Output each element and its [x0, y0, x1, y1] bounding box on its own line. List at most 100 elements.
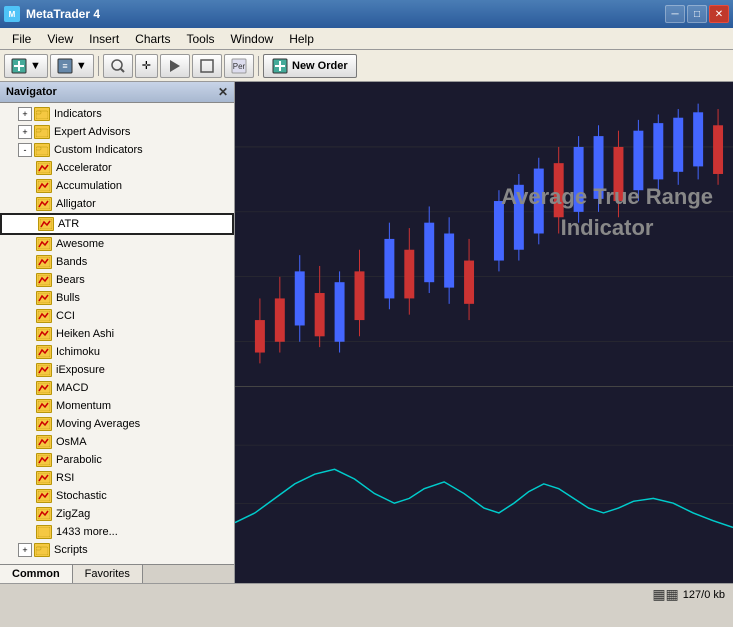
- atr-chart: [235, 387, 733, 561]
- zigzag-icon: [36, 507, 52, 521]
- navigator-close-button[interactable]: ✕: [218, 85, 228, 99]
- chart-upper: Double Click: [235, 82, 733, 408]
- accelerator-label: Accelerator: [56, 162, 112, 174]
- tree-item-iexposure[interactable]: iExposure: [0, 361, 234, 379]
- toolbar-btn7[interactable]: Per: [224, 54, 254, 78]
- title-bar-left: M MetaTrader 4: [4, 6, 100, 22]
- accumulation-label: Accumulation: [56, 180, 122, 192]
- indicators-folder-icon: [34, 107, 50, 121]
- navigator-header: Navigator ✕: [0, 82, 234, 103]
- tree-item-stochastic[interactable]: Stochastic: [0, 487, 234, 505]
- expand-scripts-icon: +: [18, 543, 32, 557]
- app-icon: M: [4, 6, 20, 22]
- tree-item-scripts[interactable]: + Scripts: [0, 541, 234, 559]
- navigator-title: Navigator: [6, 86, 57, 98]
- alligator-icon: [36, 197, 52, 211]
- new-order-button[interactable]: New Order: [263, 54, 357, 78]
- tree-item-zigzag[interactable]: ZigZag: [0, 505, 234, 523]
- expand-ci-icon: -: [18, 143, 32, 157]
- memory-text: 127/0 kb: [683, 589, 725, 601]
- toolbar: ▼ ≡ ▼ ✛ Per N: [0, 50, 733, 82]
- status-memory: ▦▦ 127/0 kb: [652, 586, 725, 603]
- tree-item-momentum[interactable]: Momentum: [0, 397, 234, 415]
- ma-icon: [36, 417, 52, 431]
- ichimoku-label: Ichimoku: [56, 346, 100, 358]
- scripts-label: Scripts: [54, 544, 88, 556]
- osma-label: OsMA: [56, 436, 87, 448]
- toolbar-btn3[interactable]: [103, 54, 133, 78]
- momentum-label: Momentum: [56, 400, 111, 412]
- tree-item-more[interactable]: 1433 more...: [0, 523, 234, 541]
- ma-label: Moving Averages: [56, 418, 140, 430]
- tree-item-macd[interactable]: MACD: [0, 379, 234, 397]
- maximize-button[interactable]: □: [687, 5, 707, 23]
- macd-label: MACD: [56, 382, 88, 394]
- toolbar-crosshair[interactable]: ✛: [135, 54, 158, 78]
- svg-text:≡: ≡: [62, 61, 67, 71]
- tree-item-awesome[interactable]: Awesome: [0, 235, 234, 253]
- toolbar-sep2: [258, 56, 259, 76]
- tree-item-bands[interactable]: Bands: [0, 253, 234, 271]
- chart-area[interactable]: Double Click: [235, 82, 733, 583]
- tree-item-ichimoku[interactable]: Ichimoku: [0, 343, 234, 361]
- tree-item-bears[interactable]: Bears: [0, 271, 234, 289]
- menu-tools[interactable]: Tools: [179, 30, 223, 48]
- more-label: 1433 more...: [56, 526, 118, 538]
- menu-view[interactable]: View: [39, 30, 81, 48]
- ci-folder-icon: [34, 143, 50, 157]
- tree-item-osma[interactable]: OsMA: [0, 433, 234, 451]
- bulls-label: Bulls: [56, 292, 80, 304]
- menu-help[interactable]: Help: [281, 30, 322, 48]
- osma-icon: [36, 435, 52, 449]
- parabolic-icon: [36, 453, 52, 467]
- tree-item-bulls[interactable]: Bulls: [0, 289, 234, 307]
- tab-favorites[interactable]: Favorites: [73, 565, 143, 583]
- tree-item-indicators[interactable]: + Indicators: [0, 105, 234, 123]
- tree-item-rsi[interactable]: RSI: [0, 469, 234, 487]
- nav-tree[interactable]: + Indicators + Expert Advisors -: [0, 103, 234, 564]
- tree-item-alligator[interactable]: Alligator: [0, 195, 234, 213]
- ci-label: Custom Indicators: [54, 144, 143, 156]
- main-content: Navigator ✕ + Indicators + Expert Adviso…: [0, 82, 733, 583]
- rect-icon: [199, 58, 215, 74]
- bears-label: Bears: [56, 274, 85, 286]
- tree-item-custom-indicators[interactable]: - Custom Indicators: [0, 141, 234, 159]
- menu-charts[interactable]: Charts: [127, 30, 178, 48]
- toolbar-new-chart[interactable]: ▼: [4, 54, 48, 78]
- tab-common[interactable]: Common: [0, 565, 73, 583]
- awesome-label: Awesome: [56, 238, 104, 250]
- bulls-icon: [36, 291, 52, 305]
- tree-item-cci[interactable]: CCI: [0, 307, 234, 325]
- tree-item-atr[interactable]: ATR: [0, 213, 234, 235]
- title-bar-controls: ─ □ ✕: [665, 5, 729, 23]
- bands-label: Bands: [56, 256, 87, 268]
- menu-bar: File View Insert Charts Tools Window Hel…: [0, 28, 733, 50]
- candlestick-chart: [235, 82, 733, 407]
- menu-window[interactable]: Window: [223, 30, 282, 48]
- tree-item-accumulation[interactable]: Accumulation: [0, 177, 234, 195]
- toolbar-btn5[interactable]: [160, 54, 190, 78]
- new-order-label: New Order: [292, 60, 348, 72]
- toolbar-btn6[interactable]: [192, 54, 222, 78]
- menu-insert[interactable]: Insert: [81, 30, 127, 48]
- chart-lower: [235, 386, 733, 561]
- tree-item-heiken-ashi[interactable]: Heiken Ashi: [0, 325, 234, 343]
- bears-icon: [36, 273, 52, 287]
- toolbar-btn2[interactable]: ≡ ▼: [50, 54, 94, 78]
- minimize-button[interactable]: ─: [665, 5, 685, 23]
- rsi-label: RSI: [56, 472, 74, 484]
- momentum-icon: [36, 399, 52, 413]
- menu-file[interactable]: File: [4, 30, 39, 48]
- zoom-icon: [110, 58, 126, 74]
- accumulation-icon: [36, 179, 52, 193]
- macd-icon: [36, 381, 52, 395]
- tree-item-expert-advisors[interactable]: + Expert Advisors: [0, 123, 234, 141]
- close-button[interactable]: ✕: [709, 5, 729, 23]
- tree-item-moving-averages[interactable]: Moving Averages: [0, 415, 234, 433]
- tree-item-accelerator[interactable]: Accelerator: [0, 159, 234, 177]
- period-icon: Per: [231, 58, 247, 74]
- tree-item-parabolic[interactable]: Parabolic: [0, 451, 234, 469]
- bands-icon: [36, 255, 52, 269]
- stochastic-label: Stochastic: [56, 490, 107, 502]
- expand-indicators-icon: +: [18, 107, 32, 121]
